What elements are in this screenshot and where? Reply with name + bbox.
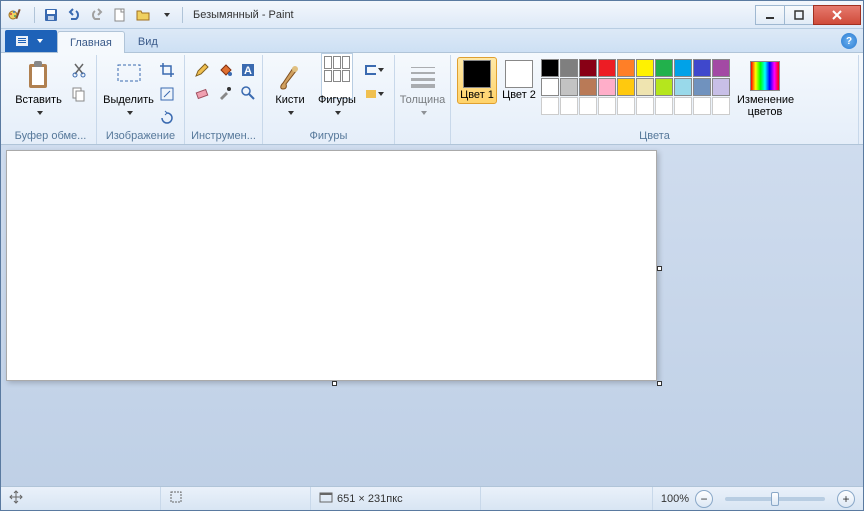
color-swatch-empty[interactable] [693, 97, 711, 115]
color1-button[interactable]: Цвет 1 [457, 57, 497, 104]
redo-button[interactable] [86, 4, 108, 26]
close-button[interactable] [813, 5, 861, 25]
zoom-out-button[interactable]: − [695, 490, 713, 508]
color-swatch-empty[interactable] [541, 97, 559, 115]
resize-button[interactable] [156, 83, 178, 105]
color-swatch[interactable] [617, 59, 635, 77]
color-swatch[interactable] [560, 78, 578, 96]
shapes-gallery-icon [321, 60, 353, 92]
crop-button[interactable] [156, 59, 178, 81]
rainbow-icon [749, 60, 781, 92]
group-tools: Инструмен... [191, 129, 256, 144]
color-swatch[interactable] [655, 78, 673, 96]
picker-tool[interactable] [214, 82, 236, 104]
new-button[interactable] [109, 4, 131, 26]
paste-button[interactable]: Вставить [11, 57, 66, 121]
eraser-tool[interactable] [191, 82, 213, 104]
color-swatch[interactable] [560, 59, 578, 77]
group-colors: Цвета [457, 129, 852, 144]
open-button[interactable] [132, 4, 154, 26]
clipboard-icon [23, 60, 55, 92]
color-swatch-empty[interactable] [560, 97, 578, 115]
group-shapes: Фигуры [269, 129, 388, 144]
color-swatch-empty[interactable] [617, 97, 635, 115]
undo-button[interactable] [63, 4, 85, 26]
tab-home[interactable]: Главная [57, 31, 125, 53]
color-swatch[interactable] [541, 78, 559, 96]
color-swatch[interactable] [674, 59, 692, 77]
fill-tool[interactable] [214, 59, 236, 81]
cursor-pos-icon [9, 490, 23, 507]
color-swatch[interactable] [674, 78, 692, 96]
resize-handle-right[interactable] [657, 266, 662, 271]
color-swatch[interactable] [636, 78, 654, 96]
outline-button[interactable] [363, 59, 385, 81]
color-swatch[interactable] [598, 59, 616, 77]
app-icon [7, 6, 25, 24]
color-palette[interactable] [541, 57, 730, 115]
resize-handle-corner[interactable] [657, 381, 662, 386]
thickness-button[interactable]: Толщина [401, 57, 444, 121]
color-swatch[interactable] [617, 78, 635, 96]
color-swatch[interactable] [598, 78, 616, 96]
zoom-in-button[interactable]: + [837, 490, 855, 508]
select-button[interactable]: Выделить [103, 57, 154, 121]
brushes-button[interactable]: Кисти [269, 57, 311, 121]
color-swatch-empty[interactable] [636, 97, 654, 115]
brush-icon [274, 60, 306, 92]
zoom-level: 100% [661, 493, 689, 505]
maximize-button[interactable] [784, 5, 814, 25]
select-icon [113, 60, 145, 92]
qat-dropdown[interactable] [155, 4, 177, 26]
fill-style-button[interactable] [363, 83, 385, 105]
shapes-button[interactable]: Фигуры [313, 57, 361, 121]
color-swatch[interactable] [636, 59, 654, 77]
zoom-slider[interactable] [725, 497, 825, 501]
window-title: Безымянный - Paint [193, 9, 756, 21]
color-swatch[interactable] [693, 59, 711, 77]
color-swatch-empty[interactable] [598, 97, 616, 115]
file-tab[interactable] [5, 30, 57, 52]
selection-size-icon [169, 490, 183, 507]
color-swatch[interactable] [541, 59, 559, 77]
cut-button[interactable] [68, 59, 90, 81]
copy-button[interactable] [68, 83, 90, 105]
color-swatch[interactable] [655, 59, 673, 77]
thickness-icon [407, 60, 439, 92]
svg-text:A: A [244, 65, 252, 77]
ribbon: Вставить Буфер обме... Выделить [1, 53, 863, 145]
color-swatch-empty[interactable] [579, 97, 597, 115]
statusbar: 651 × 231пкс 100% − + [1, 486, 863, 510]
save-button[interactable] [40, 4, 62, 26]
pencil-tool[interactable] [191, 59, 213, 81]
color-swatch[interactable] [693, 78, 711, 96]
titlebar: Безымянный - Paint [1, 1, 863, 29]
edit-colors-button[interactable]: Изменение цветов [732, 57, 798, 121]
color-swatch-empty[interactable] [712, 97, 730, 115]
minimize-button[interactable] [755, 5, 785, 25]
group-clipboard: Буфер обме... [11, 129, 90, 144]
text-tool[interactable]: A [237, 59, 259, 81]
color-swatch[interactable] [712, 78, 730, 96]
resize-handle-bottom[interactable] [332, 381, 337, 386]
color-swatch[interactable] [712, 59, 730, 77]
tab-view[interactable]: Вид [125, 30, 171, 52]
magnifier-tool[interactable] [237, 82, 259, 104]
color2-button[interactable]: Цвет 2 [499, 57, 539, 104]
canvas-dimensions: 651 × 231пкс [337, 493, 403, 505]
canvas-area[interactable] [1, 145, 863, 486]
color-swatch[interactable] [579, 59, 597, 77]
canvas[interactable] [6, 150, 657, 381]
color-swatch-empty[interactable] [674, 97, 692, 115]
help-icon[interactable]: ? [841, 33, 857, 49]
group-image: Изображение [103, 129, 178, 144]
rotate-button[interactable] [156, 107, 178, 129]
canvas-size-icon [319, 490, 333, 507]
ribbon-tabs: Главная Вид ? [1, 29, 863, 53]
color-swatch[interactable] [579, 78, 597, 96]
color-swatch-empty[interactable] [655, 97, 673, 115]
